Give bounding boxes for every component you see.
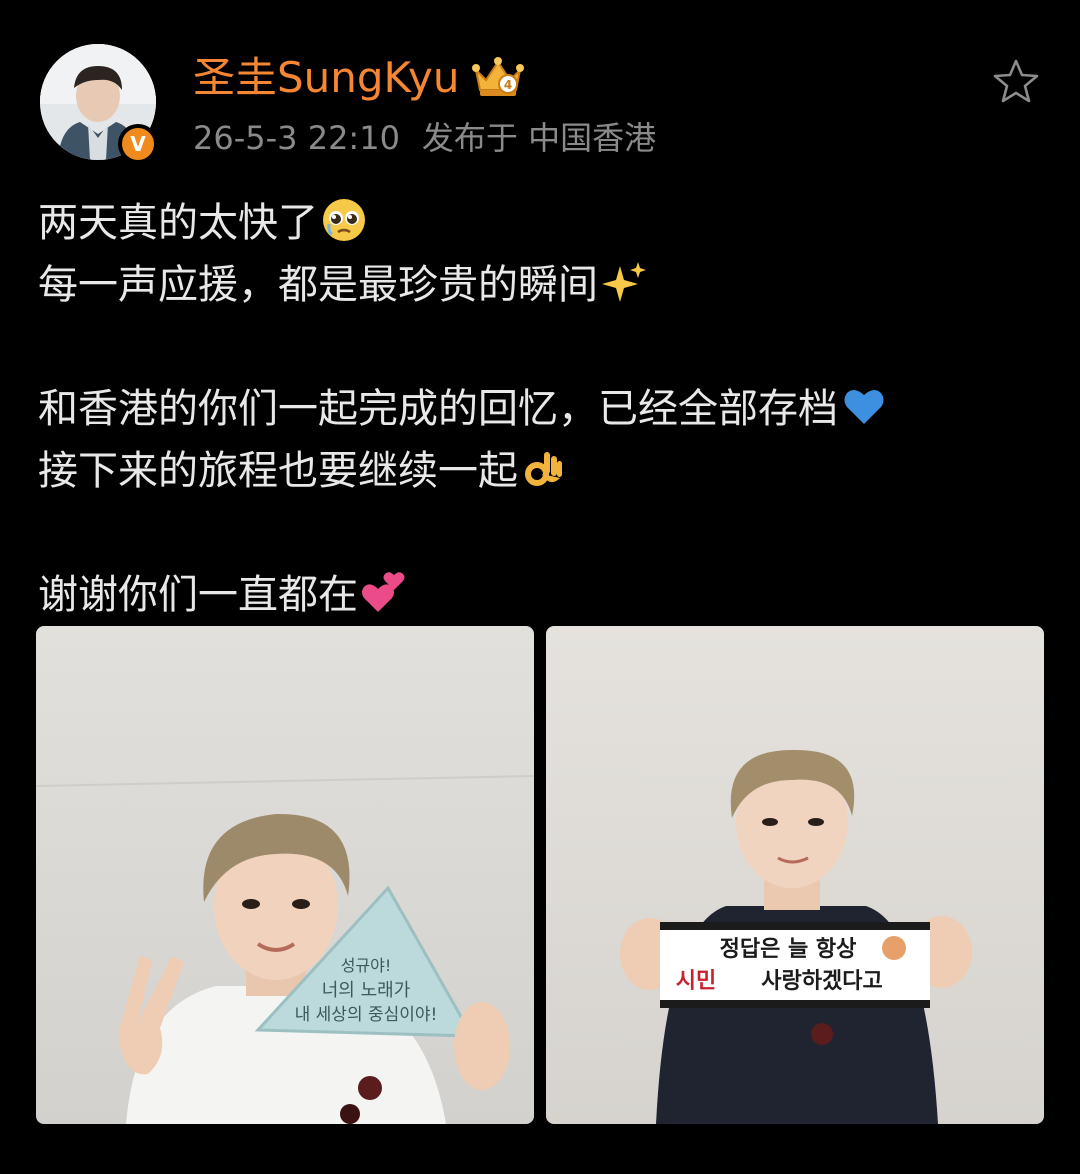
crown-badge-icon[interactable]: 4: [470, 56, 526, 100]
verified-icon: V: [118, 124, 158, 164]
avatar[interactable]: V: [40, 44, 158, 164]
post-line: 谢谢你们一直都在: [38, 564, 1048, 626]
photo-grid: 성규야! 너의 노래가 내 세상의 중심이야! 정답은 늘 항상 시민 사랑하겠…: [36, 626, 1044, 1124]
post-meta: 26-5-3 22:10 发布于 中国香港: [193, 116, 656, 160]
post-line: 和香港的你们一起完成的回忆，已经全部存档: [38, 378, 1048, 440]
post-photo-1[interactable]: 성규야! 너의 노래가 내 세상의 중심이야!: [36, 626, 534, 1124]
post-line-empty: [38, 316, 1048, 378]
sign-text-line-2: 너의 노래가: [322, 980, 411, 1001]
post-content: 两天真的太快了 每一声应援，都是最珍贵的瞬间 和香港的你们一起完成的回忆，已经全…: [38, 192, 1048, 626]
username-row: 圣圭SungKyu 4: [193, 50, 526, 106]
banner-text-line-2: 사랑하겠다고: [761, 969, 882, 994]
post-line-empty: [38, 502, 1048, 564]
banner-text-highlight: 시민: [676, 969, 716, 994]
post-timestamp: 26-5-3 22:10: [193, 119, 400, 157]
post-line: 每一声应援，都是最珍贵的瞬间: [38, 254, 1048, 316]
post-header: V 圣圭SungKyu 4 26-5-3 22:10 发布于 中国香港: [0, 0, 1080, 190]
svg-text:4: 4: [503, 78, 511, 92]
pleading-face-icon: [320, 196, 368, 244]
post-location: 发布于 中国香港: [421, 119, 657, 157]
sign-text-line-3: 내 세상의 중심이야!: [295, 1005, 438, 1025]
two-hearts-icon: [360, 568, 408, 616]
username[interactable]: 圣圭SungKyu: [193, 50, 460, 106]
sign-text-line-1: 성규야!: [341, 956, 392, 975]
ok-hand-icon: [520, 444, 568, 492]
post-photo-2[interactable]: 정답은 늘 항상 시민 사랑하겠다고: [546, 626, 1044, 1124]
banner-text-line-1: 정답은 늘 항상: [720, 937, 857, 962]
sparkles-icon: [600, 258, 648, 306]
favorite-star-icon[interactable]: [990, 56, 1042, 108]
post-line: 两天真的太快了: [38, 192, 1048, 254]
post-line: 接下来的旅程也要继续一起: [38, 440, 1048, 502]
blue-heart-icon: [840, 382, 888, 430]
